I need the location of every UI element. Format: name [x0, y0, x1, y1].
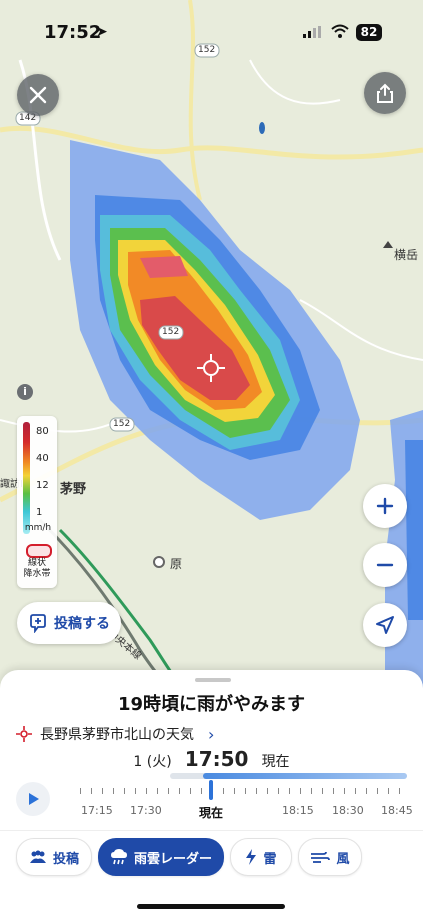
chevron-right-icon: ›: [208, 724, 215, 744]
layer-tabs: 投稿 雨雲レーダー 雷 風: [0, 838, 423, 878]
tab-wind[interactable]: 風: [298, 838, 362, 876]
share-icon: [377, 83, 393, 103]
legend-value-12: 12: [36, 480, 49, 491]
legend-value-1: 1: [36, 507, 43, 518]
tab-lightning[interactable]: 雷: [230, 838, 292, 876]
forecast-headline: 19時頃に雨がやみます: [117, 694, 306, 715]
linear-rainband-icon: [26, 544, 52, 558]
place-label-hara: 原: [170, 557, 183, 571]
zoom-out-button[interactable]: [363, 543, 407, 587]
post-button-label: 投稿する: [54, 616, 110, 632]
forecast-range-fill: [203, 773, 407, 779]
precipitation-legend: 80 40 12 1 mm/h 線状 降水帯: [17, 416, 57, 588]
share-button[interactable]: [364, 72, 406, 114]
close-button[interactable]: [17, 74, 59, 116]
location-arrow-icon: ➤: [96, 24, 108, 40]
time-day: 1 (火): [133, 754, 172, 770]
bottom-sheet: 19時頃に雨がやみます 長野県茅野市北山の天気 › 1 (火) 17:50 現在…: [0, 670, 423, 919]
close-icon: [29, 86, 47, 104]
status-bar: 17:52 ➤ 82: [0, 0, 423, 60]
signal-icon: [303, 26, 321, 38]
legend-value-80: 80: [36, 426, 49, 437]
tab-label: 雨雲レーダー: [133, 851, 212, 867]
route-label-152b: 152: [162, 327, 180, 337]
play-icon: [29, 793, 39, 805]
route-label-152c: 152: [113, 419, 131, 429]
plus-icon: [376, 497, 394, 515]
tab-posts[interactable]: 投稿: [16, 838, 92, 876]
current-location-button[interactable]: [363, 603, 407, 647]
timeline-label: 18:30: [332, 804, 364, 817]
time-value: 17:50: [184, 747, 249, 771]
timeline-ticks[interactable]: [80, 786, 410, 796]
divider: [0, 830, 423, 831]
play-button[interactable]: [16, 782, 50, 816]
lightning-icon: [246, 849, 257, 865]
place-label-yokodake: 横岳: [394, 248, 419, 262]
people-icon: [29, 850, 46, 863]
status-time: 17:52: [44, 22, 102, 43]
radar-map[interactable]: 142 152 152 152 横岳 茅野 原 諏訪IC 中央本線: [0, 0, 423, 690]
battery-indicator: 82: [356, 24, 382, 41]
location-name: 長野県茅野市北山の天気: [40, 727, 194, 743]
tab-label: 風: [336, 851, 350, 867]
legend-band-label: 線状 降水帯: [23, 558, 51, 579]
timeline-label: 17:30: [130, 804, 162, 817]
timeline-label: 18:45: [381, 804, 413, 817]
legend-color-bar: [23, 422, 30, 534]
timeline-cursor[interactable]: [209, 780, 213, 800]
forecast-range-bar: [170, 773, 407, 779]
time-readout: 1 (火) 17:50 現在: [0, 747, 423, 771]
home-indicator: [137, 904, 285, 909]
tab-label: 投稿: [52, 851, 79, 867]
info-icon[interactable]: i: [17, 384, 33, 400]
tab-rain-radar[interactable]: 雨雲レーダー: [98, 838, 224, 876]
time-now-label: 現在: [261, 754, 290, 770]
timeline-label: 18:15: [282, 804, 314, 817]
place-label-chino: 茅野: [60, 482, 87, 497]
timeline-label: 17:15: [81, 804, 113, 817]
map-canvas: [0, 0, 423, 690]
post-bubble-icon: [30, 614, 46, 633]
location-link[interactable]: 長野県茅野市北山の天気 ›: [16, 724, 214, 744]
rain-cloud-icon: [110, 849, 127, 865]
navigation-arrow-icon: [376, 616, 394, 634]
crosshair-icon: [16, 726, 32, 742]
wind-icon: [311, 851, 331, 863]
zoom-in-button[interactable]: [363, 484, 407, 528]
wifi-icon: [331, 24, 349, 38]
minus-icon: [376, 563, 394, 567]
tab-label: 雷: [263, 851, 277, 867]
sheet-grabber[interactable]: [195, 678, 231, 682]
legend-value-40: 40: [36, 453, 49, 464]
post-report-button[interactable]: 投稿する: [17, 602, 121, 644]
legend-unit: mm/h: [24, 523, 52, 533]
timeline-label-now: 現在: [199, 806, 224, 820]
